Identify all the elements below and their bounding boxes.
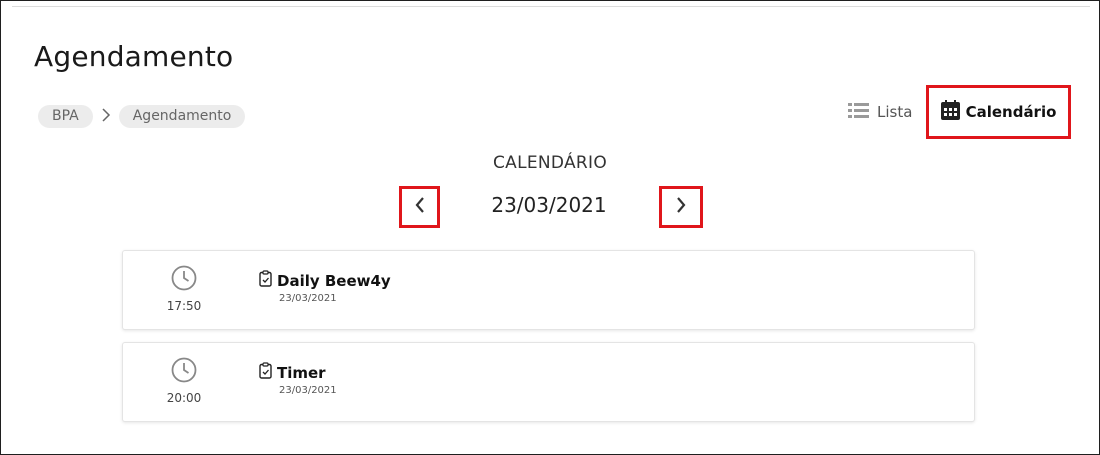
previous-day-button[interactable] bbox=[399, 186, 440, 228]
list-icon bbox=[848, 102, 869, 123]
view-list-button[interactable]: Lista bbox=[848, 101, 912, 123]
clock-icon bbox=[171, 357, 197, 383]
breadcrumb-item-agendamento[interactable]: Agendamento bbox=[118, 105, 246, 128]
event-card[interactable]: 20:00 Timer 23/03/2021 bbox=[122, 342, 975, 422]
event-time-column: 20:00 bbox=[123, 343, 245, 421]
view-calendar-button[interactable]: Calendário bbox=[926, 85, 1071, 139]
chevron-right-icon bbox=[675, 196, 687, 218]
event-title-text: Timer bbox=[277, 363, 326, 382]
event-time: 20:00 bbox=[166, 391, 202, 405]
view-calendar-label: Calendário bbox=[965, 103, 1057, 121]
view-list-label: Lista bbox=[877, 103, 913, 121]
event-title[interactable]: Timer bbox=[259, 362, 326, 383]
chevron-left-icon bbox=[414, 196, 426, 218]
current-date: 23/03/2021 bbox=[491, 193, 607, 217]
breadcrumb-item-bpa[interactable]: BPA bbox=[38, 105, 93, 128]
event-card[interactable]: 17:50 Daily Beew4y 23/03/2021 bbox=[122, 250, 975, 330]
calendar-icon bbox=[940, 100, 960, 124]
event-title-text: Daily Beew4y bbox=[277, 271, 391, 290]
event-time: 17:50 bbox=[166, 299, 202, 313]
calendar-heading: CALENDÁRIO bbox=[492, 153, 608, 173]
chevron-right-icon bbox=[101, 107, 111, 126]
clipboard-check-icon bbox=[259, 362, 272, 383]
clipboard-check-icon bbox=[259, 270, 272, 291]
top-divider bbox=[12, 6, 1090, 7]
event-title[interactable]: Daily Beew4y bbox=[259, 270, 391, 291]
breadcrumb: BPA Agendamento bbox=[38, 105, 246, 128]
event-time-column: 17:50 bbox=[123, 251, 245, 329]
page-title: Agendamento bbox=[34, 40, 234, 73]
next-day-button[interactable] bbox=[659, 186, 703, 228]
clock-icon bbox=[171, 265, 197, 291]
event-date: 23/03/2021 bbox=[279, 385, 337, 396]
event-date: 23/03/2021 bbox=[279, 293, 337, 304]
